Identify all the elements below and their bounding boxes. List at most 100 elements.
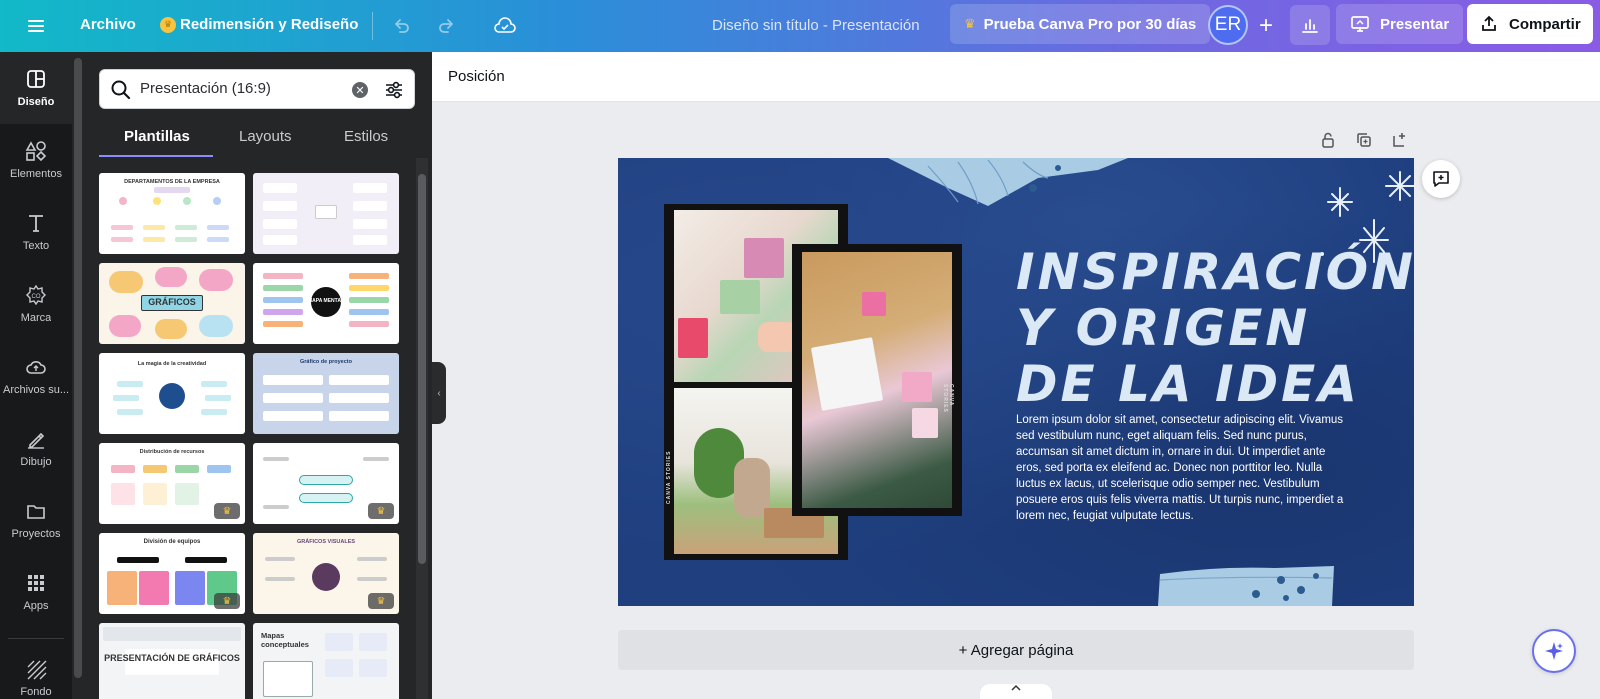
present-icon	[1351, 16, 1369, 32]
template-card[interactable]: PRESENTACIÓN DE GRÁFICOS	[99, 623, 245, 699]
pro-trial-label: Prueba Canva Pro por 30 días	[983, 15, 1197, 33]
lock-icon[interactable]	[1318, 130, 1338, 150]
collage-photo	[802, 252, 952, 508]
design-icon	[27, 70, 45, 88]
rail-label: Apps	[23, 600, 49, 612]
rail-item-brand[interactable]: CO Marca	[0, 268, 72, 340]
pro-crown-icon: ♛	[214, 593, 240, 609]
duplicate-page-icon[interactable]	[1354, 130, 1374, 150]
add-page-icon[interactable]	[1390, 130, 1410, 150]
film-label: CANVA STORIES	[942, 384, 954, 413]
pro-crown-icon: ♛	[368, 593, 394, 609]
add-page-button[interactable]: + Agregar página	[618, 630, 1414, 670]
slide-title[interactable]: Inspiración y origen de la idea	[1016, 244, 1413, 412]
rail-label: Elementos	[10, 168, 62, 180]
filter-icon[interactable]	[384, 80, 404, 100]
context-toolbar: Posición	[432, 52, 1600, 102]
rail-label: Texto	[22, 240, 50, 252]
template-title: La magia de la creatividad	[137, 361, 207, 367]
undo-icon[interactable]	[388, 13, 414, 39]
paper-decoration	[888, 158, 1128, 206]
crown-icon: ♛	[964, 16, 976, 31]
rail-item-text[interactable]: Texto	[0, 196, 72, 268]
rail-label: Archivos su...	[2, 384, 70, 396]
tab-layouts[interactable]: Layouts	[239, 128, 292, 145]
menu-icon[interactable]	[24, 14, 48, 38]
film-frame[interactable]: CANVA STORIES	[792, 244, 962, 516]
template-title: División de equipos	[143, 539, 201, 545]
tab-templates[interactable]: Plantillas	[124, 128, 190, 145]
draw-icon	[28, 432, 45, 449]
rail-label: Proyectos	[11, 528, 61, 540]
slide-body-text[interactable]: Lorem ipsum dolor sit amet, consectetur …	[1016, 412, 1354, 524]
divider	[8, 638, 64, 639]
left-rail: Diseño Elementos Texto CO Marca Archivos…	[0, 52, 72, 699]
collapse-panel-button[interactable]: ‹	[432, 362, 446, 424]
template-title: Distribución de recursos	[139, 449, 205, 455]
template-card[interactable]: ♛	[253, 443, 399, 524]
cloud-saved-icon[interactable]	[492, 13, 518, 39]
template-title: DEPARTAMENTOS DE LA EMPRESA	[124, 179, 220, 185]
template-card[interactable]: Mapas conceptuales	[253, 623, 399, 699]
divider	[372, 12, 373, 40]
template-card[interactable]: División de equipos ♛	[99, 533, 245, 614]
template-card[interactable]: GRÁFICOS VISUALES ♛	[253, 533, 399, 614]
pro-trial-button[interactable]: ♛ Prueba Canva Pro por 30 días	[950, 4, 1211, 44]
insights-chart-icon[interactable]	[1290, 5, 1330, 45]
clear-search-icon[interactable]: ✕	[352, 82, 368, 98]
brand-icon: CO	[26, 284, 46, 306]
rail-item-draw[interactable]: Dibujo	[0, 412, 72, 484]
template-title: GRÁFICOS VISUALES	[296, 539, 356, 545]
crown-icon: ♛	[160, 16, 176, 33]
template-card[interactable]: La magia de la creatividad	[99, 353, 245, 434]
template-title: MAPA MENTAL	[307, 298, 344, 304]
add-collaborator-icon[interactable]: +	[1252, 12, 1280, 40]
rail-label: Fondo	[20, 686, 52, 698]
template-card[interactable]: Gráfico de proyecto	[253, 353, 399, 434]
tab-active-indicator	[99, 155, 213, 157]
document-title[interactable]: Diseño sin título - Presentación	[712, 17, 920, 34]
template-card[interactable]: GRÁFICOS	[99, 263, 245, 344]
rail-scrollbar[interactable]	[74, 58, 82, 678]
template-title: Mapas conceptuales	[261, 631, 309, 649]
rail-label: Diseño	[17, 96, 55, 108]
avatar[interactable]: ER	[1208, 5, 1248, 45]
template-title: PRESENTACIÓN DE GRÁFICOS	[104, 653, 240, 663]
template-title: GRÁFICOS	[148, 297, 196, 307]
template-search[interactable]: ✕	[99, 69, 415, 109]
add-comment-icon[interactable]	[1422, 160, 1460, 198]
panel-scrollbar[interactable]	[416, 158, 428, 699]
search-input[interactable]	[140, 80, 340, 97]
file-menu-button[interactable]: Archivo	[80, 16, 136, 33]
rail-item-design[interactable]: Diseño	[0, 52, 72, 124]
template-card[interactable]	[253, 173, 399, 254]
magic-assistant-icon[interactable]	[1532, 629, 1576, 673]
rail-item-background[interactable]: Fondo	[0, 642, 72, 699]
svg-text:CO: CO	[32, 294, 41, 300]
position-button[interactable]: Posición	[448, 68, 505, 85]
rail-item-projects[interactable]: Proyectos	[0, 484, 72, 556]
template-card[interactable]: MAPA MENTAL	[253, 263, 399, 344]
resize-label: Redimensión y Rediseño	[180, 16, 359, 33]
resize-button[interactable]: ♛ Redimensión y Rediseño	[160, 16, 358, 33]
film-label: CANVA STORIES	[666, 450, 672, 504]
rail-label: Marca	[20, 312, 52, 324]
rail-item-elements[interactable]: Elementos	[0, 124, 72, 196]
rail-item-uploads[interactable]: Archivos su...	[0, 340, 72, 412]
tab-styles[interactable]: Estilos	[344, 128, 388, 145]
share-button[interactable]: Compartir	[1467, 4, 1593, 44]
redo-icon[interactable]	[434, 13, 460, 39]
background-icon	[27, 660, 47, 680]
rail-label: Dibujo	[20, 456, 52, 468]
text-icon	[29, 215, 43, 232]
slide-canvas[interactable]: CANVA STORIES CANVA STORIES Inspiración …	[618, 158, 1414, 606]
template-title: Gráfico de proyecto	[300, 359, 352, 365]
uploads-icon	[26, 361, 46, 374]
scrollbar-thumb[interactable]	[418, 174, 426, 564]
rail-item-apps[interactable]: Apps	[0, 556, 72, 628]
pages-toggle-button[interactable]	[980, 684, 1052, 699]
template-card[interactable]: DEPARTAMENTOS DE LA EMPRESA	[99, 173, 245, 254]
template-card[interactable]: Distribución de recursos ♛	[99, 443, 245, 524]
present-button[interactable]: Presentar	[1336, 4, 1464, 44]
pro-crown-icon: ♛	[214, 503, 240, 519]
